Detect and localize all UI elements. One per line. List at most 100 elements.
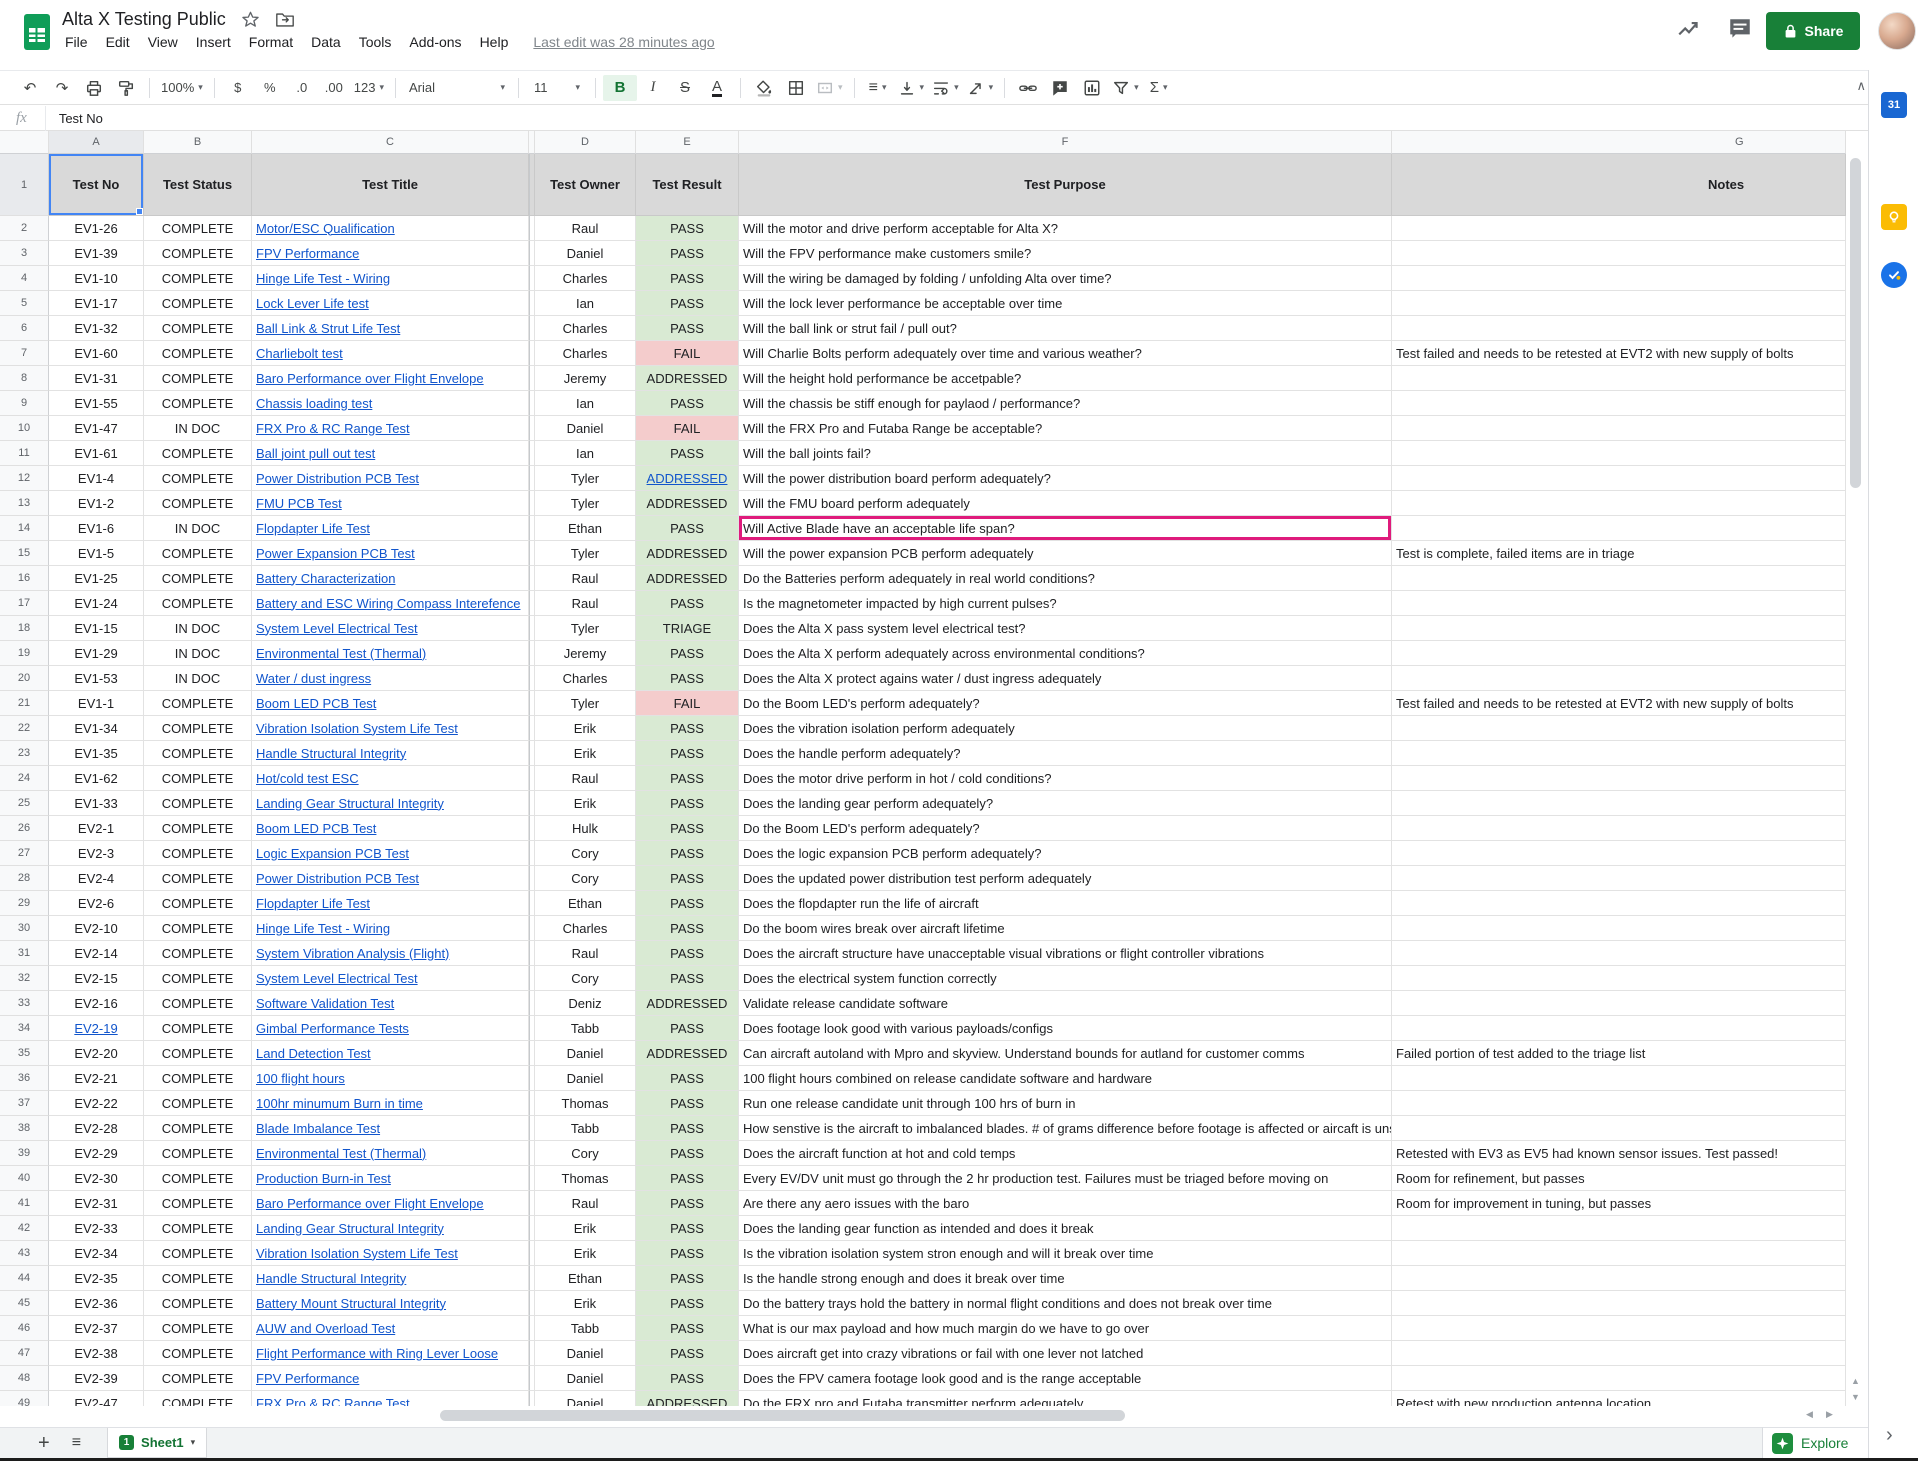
font-family-select[interactable]: Arial▾ <box>403 75 511 101</box>
cell-F31[interactable]: Does the aircraft structure have unaccep… <box>739 941 1392 966</box>
selection-fill-handle[interactable] <box>136 208 143 215</box>
cell-A22[interactable]: EV1-34 <box>49 716 144 741</box>
cell-F26[interactable]: Do the Boom LED's perform adequately? <box>739 816 1392 841</box>
all-sheets-icon[interactable]: ≡ <box>72 1434 81 1452</box>
cell-F48[interactable]: Does the FPV camera footage look good an… <box>739 1366 1392 1391</box>
cell-B36[interactable]: COMPLETE <box>144 1066 252 1091</box>
cell-D42[interactable]: Erik <box>535 1216 636 1241</box>
cell-E25[interactable]: PASS <box>636 791 739 816</box>
cell-D18[interactable]: Tyler <box>535 616 636 641</box>
cell-D10[interactable]: Daniel <box>535 416 636 441</box>
row-header-38[interactable]: 38 <box>0 1116 49 1141</box>
cell-F14[interactable]: Will Active Blade have an acceptable lif… <box>739 516 1392 541</box>
row-header-8[interactable]: 8 <box>0 366 49 391</box>
cell-C2[interactable]: Motor/ESC Qualification <box>252 216 529 241</box>
cell-F36[interactable]: 100 flight hours combined on release can… <box>739 1066 1392 1091</box>
cell-D23[interactable]: Erik <box>535 741 636 766</box>
cell-E48[interactable]: PASS <box>636 1366 739 1391</box>
cell-D35[interactable]: Daniel <box>535 1041 636 1066</box>
last-edit-link[interactable]: Last edit was 28 minutes ago <box>533 34 714 50</box>
cell-B44[interactable]: COMPLETE <box>144 1266 252 1291</box>
cell-C44[interactable]: Handle Structural Integrity <box>252 1266 529 1291</box>
cell-G37[interactable] <box>1392 1091 1846 1116</box>
menu-add-ons[interactable]: Add-ons <box>400 31 470 53</box>
cell-B2[interactable]: COMPLETE <box>144 216 252 241</box>
row-header-3[interactable]: 3 <box>0 241 49 266</box>
cell-B34[interactable]: COMPLETE <box>144 1016 252 1041</box>
cell-B42[interactable]: COMPLETE <box>144 1216 252 1241</box>
cell-E38[interactable]: PASS <box>636 1116 739 1141</box>
cell-B3[interactable]: COMPLETE <box>144 241 252 266</box>
cell-A31[interactable]: EV2-14 <box>49 941 144 966</box>
cell-G29[interactable] <box>1392 891 1846 916</box>
row-header-33[interactable]: 33 <box>0 991 49 1016</box>
star-icon[interactable] <box>241 10 260 29</box>
cell-B31[interactable]: COMPLETE <box>144 941 252 966</box>
row-header-2[interactable]: 2 <box>0 216 49 241</box>
row-header-27[interactable]: 27 <box>0 841 49 866</box>
cell-F38[interactable]: How senstive is the aircraft to imbalanc… <box>739 1116 1392 1141</box>
cell-A43[interactable]: EV2-34 <box>49 1241 144 1266</box>
cell-G35[interactable]: Failed portion of test added to the tria… <box>1392 1041 1846 1066</box>
cell-C28[interactable]: Power Distribution PCB Test <box>252 866 529 891</box>
cell-B6[interactable]: COMPLETE <box>144 316 252 341</box>
cell-G33[interactable] <box>1392 991 1846 1016</box>
cell-D5[interactable]: Ian <box>535 291 636 316</box>
text-color-icon[interactable]: A <box>701 75 733 101</box>
row-header-7[interactable]: 7 <box>0 341 49 366</box>
cell-B23[interactable]: COMPLETE <box>144 741 252 766</box>
cell-E9[interactable]: PASS <box>636 391 739 416</box>
row-header-5[interactable]: 5 <box>0 291 49 316</box>
cell-E29[interactable]: PASS <box>636 891 739 916</box>
cell-A48[interactable]: EV2-39 <box>49 1366 144 1391</box>
cell-A21[interactable]: EV1-1 <box>49 691 144 716</box>
cell-F35[interactable]: Can aircraft autoland with Mpro and skyv… <box>739 1041 1392 1066</box>
cell-B43[interactable]: COMPLETE <box>144 1241 252 1266</box>
cell-F37[interactable]: Run one release candidate unit through 1… <box>739 1091 1392 1116</box>
cell-E15[interactable]: ADDRESSED <box>636 541 739 566</box>
row-header-25[interactable]: 25 <box>0 791 49 816</box>
zoom-select[interactable]: 100%▾ <box>157 75 207 101</box>
cell-G45[interactable] <box>1392 1291 1846 1316</box>
cell-B5[interactable]: COMPLETE <box>144 291 252 316</box>
cell-B32[interactable]: COMPLETE <box>144 966 252 991</box>
cell-F10[interactable]: Will the FRX Pro and Futaba Range be acc… <box>739 416 1392 441</box>
cell-E30[interactable]: PASS <box>636 916 739 941</box>
cell-C23[interactable]: Handle Structural Integrity <box>252 741 529 766</box>
fill-color-icon[interactable] <box>748 75 780 101</box>
cell-C10[interactable]: FRX Pro & RC Range Test <box>252 416 529 441</box>
cell-A19[interactable]: EV1-29 <box>49 641 144 666</box>
cell-B20[interactable]: IN DOC <box>144 666 252 691</box>
hscroll-left-icon[interactable]: ◀ <box>1806 1409 1813 1420</box>
cell-E23[interactable]: PASS <box>636 741 739 766</box>
cell-C38[interactable]: Blade Imbalance Test <box>252 1116 529 1141</box>
cell-A40[interactable]: EV2-30 <box>49 1166 144 1191</box>
row-header-37[interactable]: 37 <box>0 1091 49 1116</box>
format-percent-icon[interactable]: % <box>254 75 286 101</box>
cell-E1[interactable]: Test Result <box>636 154 739 216</box>
cell-B19[interactable]: IN DOC <box>144 641 252 666</box>
cell-B39[interactable]: COMPLETE <box>144 1141 252 1166</box>
cell-D30[interactable]: Charles <box>535 916 636 941</box>
cell-G40[interactable]: Room for refinement, but passes <box>1392 1166 1846 1191</box>
explore-button[interactable]: Explore <box>1762 1427 1868 1458</box>
cell-A20[interactable]: EV1-53 <box>49 666 144 691</box>
cell-B16[interactable]: COMPLETE <box>144 566 252 591</box>
row-header-24[interactable]: 24 <box>0 766 49 791</box>
cell-B13[interactable]: COMPLETE <box>144 491 252 516</box>
cell-C20[interactable]: Water / dust ingress <box>252 666 529 691</box>
cell-D7[interactable]: Charles <box>535 341 636 366</box>
cell-A32[interactable]: EV2-15 <box>49 966 144 991</box>
cell-B14[interactable]: IN DOC <box>144 516 252 541</box>
cell-G28[interactable] <box>1392 866 1846 891</box>
insert-link-icon[interactable] <box>1012 75 1044 101</box>
cell-G32[interactable] <box>1392 966 1846 991</box>
cell-F45[interactable]: Do the battery trays hold the battery in… <box>739 1291 1392 1316</box>
cell-A5[interactable]: EV1-17 <box>49 291 144 316</box>
row-header-45[interactable]: 45 <box>0 1291 49 1316</box>
cell-B9[interactable]: COMPLETE <box>144 391 252 416</box>
cell-G1[interactable]: Notes <box>1392 154 1846 216</box>
cell-F13[interactable]: Will the FMU board perform adequately <box>739 491 1392 516</box>
cell-A14[interactable]: EV1-6 <box>49 516 144 541</box>
vertical-align-select[interactable]: ▾ <box>894 75 929 101</box>
